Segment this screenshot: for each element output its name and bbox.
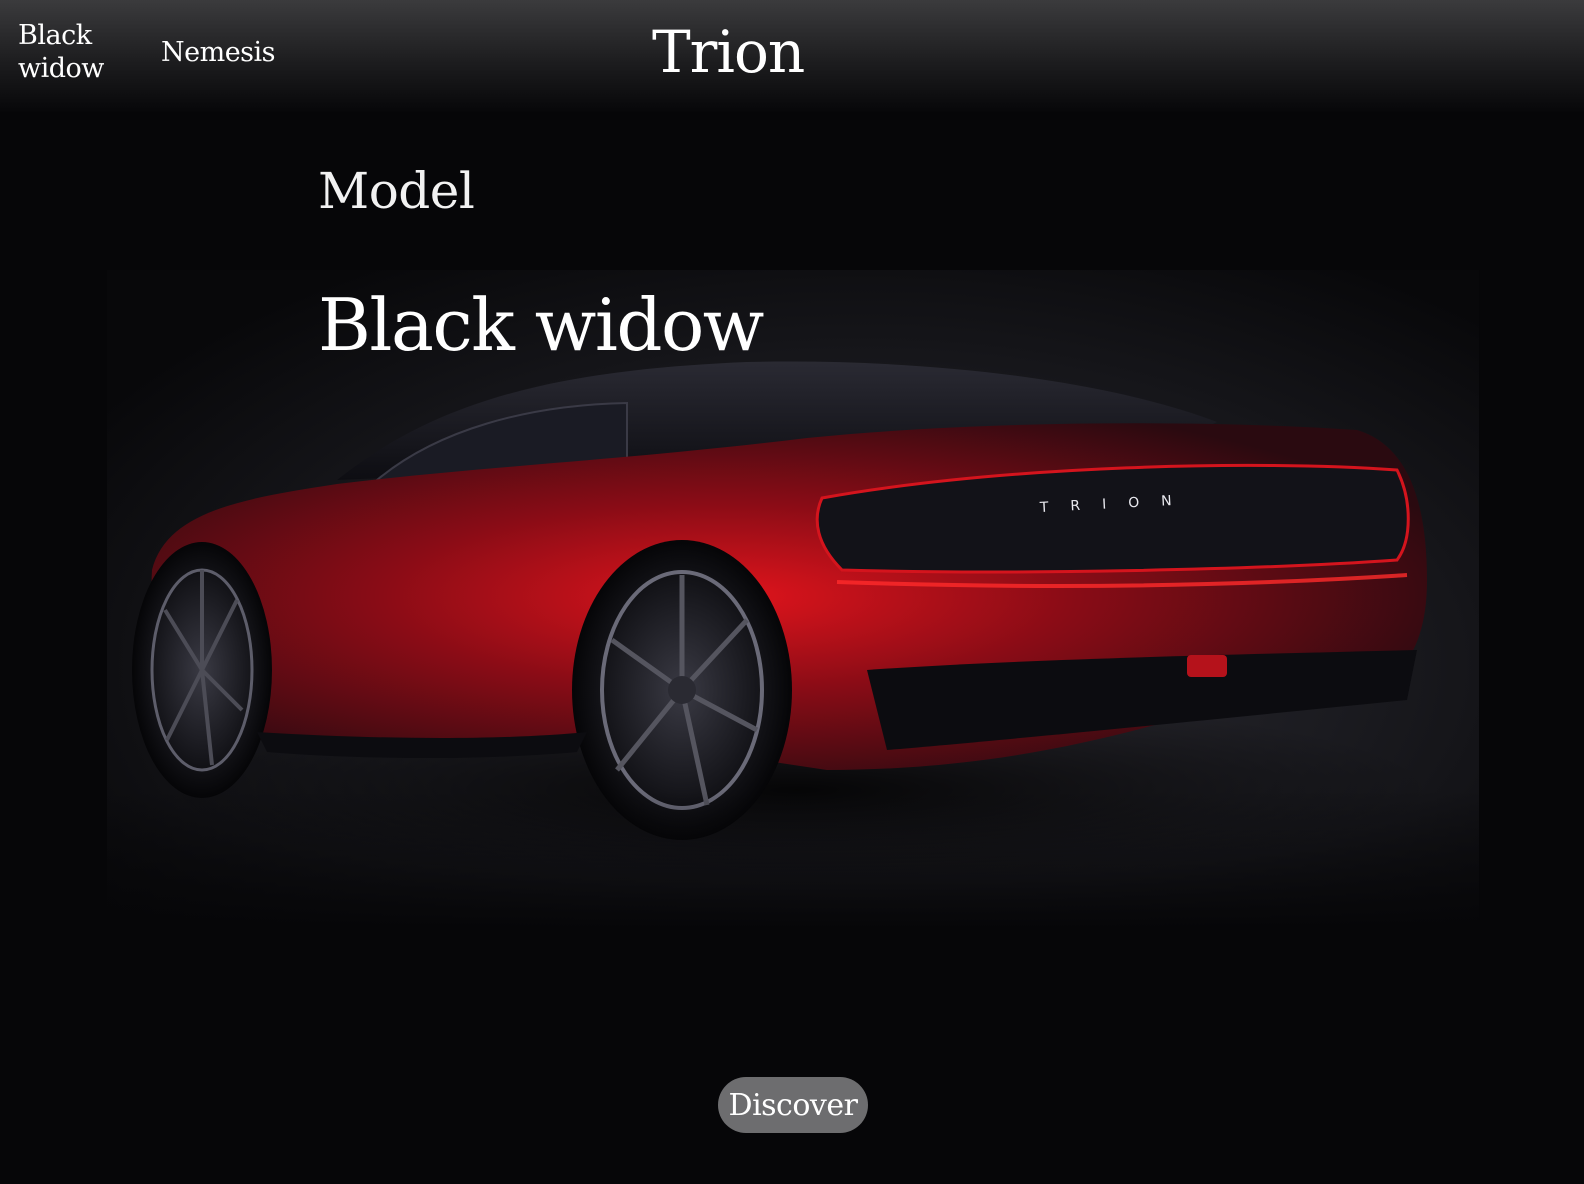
discover-button[interactable]: Discover bbox=[718, 1077, 868, 1133]
brand-logo[interactable]: Trion bbox=[652, 16, 805, 88]
top-navbar: Black widow Nemesis Trion bbox=[0, 0, 1584, 112]
section-label: Model bbox=[318, 162, 475, 220]
hero-car-image: TRION bbox=[107, 270, 1479, 930]
nav-link-black-widow[interactable]: Black widow bbox=[18, 19, 128, 85]
nav-link-nemesis[interactable]: Nemesis bbox=[161, 36, 276, 69]
car-illustration: TRION bbox=[107, 361, 1479, 930]
model-name-heading: Black widow bbox=[318, 283, 764, 367]
